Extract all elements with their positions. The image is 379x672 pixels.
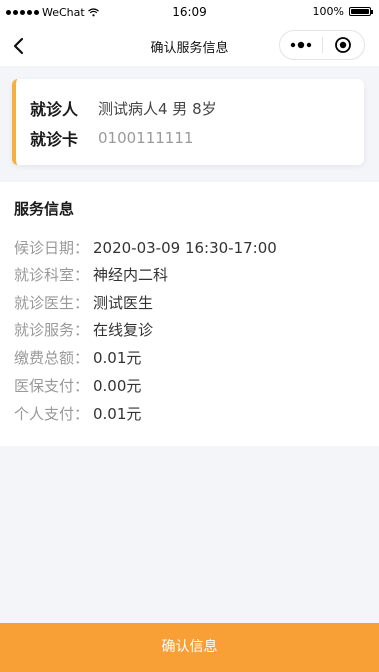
- info-value: 在线复诊: [93, 321, 154, 339]
- status-bar: WeChat 16:09 100%: [0, 0, 379, 26]
- patient-name-row: 就诊人 测试病人4 男 8岁: [30, 96, 217, 120]
- patient-card-label: 就诊卡: [30, 130, 79, 149]
- patient-name-value: 测试病人4 男 8岁: [98, 99, 217, 118]
- close-button[interactable]: [323, 31, 365, 59]
- info-row-doctor: 就诊医生： 测试医生: [14, 293, 153, 313]
- info-row-department: 就诊科室： 神经内二科: [14, 265, 168, 285]
- service-section: 服务信息 候诊日期： 2020-03-09 16:30-17:00 就诊科室： …: [0, 182, 379, 446]
- service-title: 服务信息: [14, 200, 75, 218]
- info-value: 测试医生: [93, 294, 154, 312]
- info-row-total: 缴费总额： 0.01元: [14, 348, 141, 368]
- info-value: 0.00元: [93, 377, 142, 395]
- info-label: 就诊科室：: [14, 266, 90, 284]
- nav-bar: 确认服务信息: [0, 26, 379, 66]
- battery-icon: [349, 7, 373, 16]
- patient-card-row: 就诊卡 0100111111: [30, 126, 193, 150]
- more-dots-icon: [290, 41, 311, 49]
- info-row-insurance: 医保支付： 0.00元: [14, 376, 141, 396]
- more-button[interactable]: [280, 31, 322, 59]
- battery-fill: [351, 9, 369, 14]
- info-label: 缴费总额：: [14, 349, 90, 367]
- page: WeChat 16:09 100% 确认服务信息 就诊人 测试病人4 男 8岁 …: [0, 0, 379, 672]
- battery-percent: 100%: [312, 5, 344, 18]
- mini-program-capsule: [279, 30, 365, 60]
- status-right: 100%: [312, 5, 373, 18]
- info-value: 0.01元: [93, 349, 142, 367]
- confirm-button[interactable]: 确认信息: [0, 623, 379, 672]
- info-row-service: 就诊服务： 在线复诊: [14, 320, 153, 340]
- patient-card-value: 0100111111: [98, 129, 194, 147]
- target-circle-icon: [335, 37, 352, 53]
- patient-name-label: 就诊人: [30, 100, 79, 119]
- info-label: 候诊日期：: [14, 239, 90, 257]
- patient-card: 就诊人 测试病人4 男 8岁 就诊卡 0100111111: [12, 79, 364, 165]
- info-label: 就诊医生：: [14, 294, 90, 312]
- info-value: 0.01元: [93, 405, 142, 423]
- info-label: 就诊服务：: [14, 321, 90, 339]
- info-value: 2020-03-09 16:30-17:00: [93, 239, 277, 257]
- info-row-personal: 个人支付： 0.01元: [14, 404, 141, 424]
- info-row-date: 候诊日期： 2020-03-09 16:30-17:00: [14, 238, 277, 258]
- info-label: 医保支付：: [14, 377, 90, 395]
- info-label: 个人支付：: [14, 405, 90, 423]
- info-value: 神经内二科: [93, 266, 169, 284]
